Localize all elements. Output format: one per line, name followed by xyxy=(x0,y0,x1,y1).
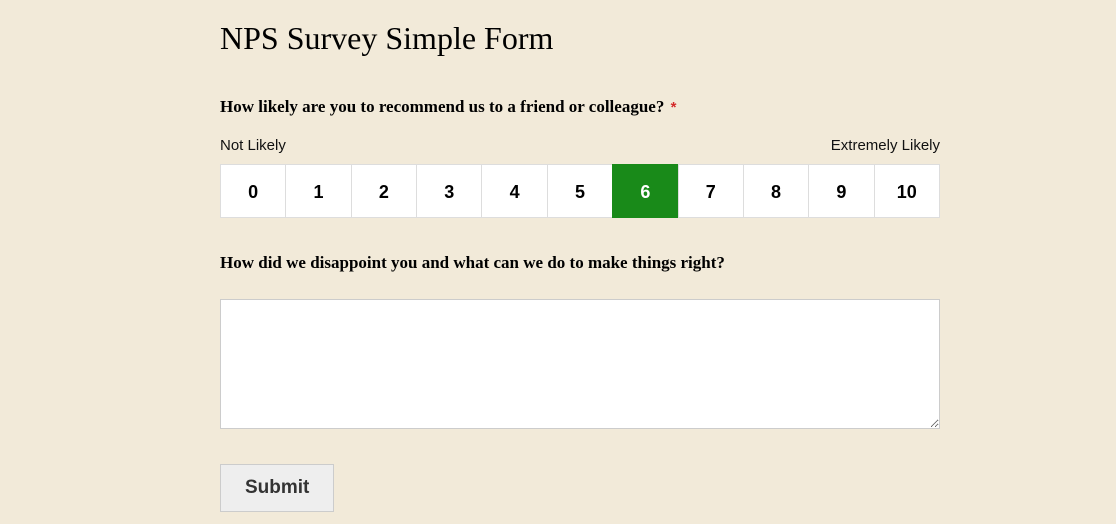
scale-option-3[interactable]: 3 xyxy=(416,164,481,218)
scale-option-6[interactable]: 6 xyxy=(612,164,677,218)
scale-option-10[interactable]: 10 xyxy=(874,164,940,218)
scale-option-7[interactable]: 7 xyxy=(678,164,743,218)
scale-option-2[interactable]: 2 xyxy=(351,164,416,218)
form-container: NPS Survey Simple Form How likely are yo… xyxy=(220,20,940,512)
scale-left-label: Not Likely xyxy=(220,137,286,154)
scale-option-9[interactable]: 9 xyxy=(808,164,873,218)
nps-scale: 012345678910 xyxy=(220,164,940,218)
scale-labels: Not Likely Extremely Likely xyxy=(220,137,940,154)
question-recommend-label: How likely are you to recommend us to a … xyxy=(220,97,940,117)
submit-button[interactable]: Submit xyxy=(220,464,334,512)
feedback-textarea[interactable] xyxy=(220,299,940,429)
page: NPS Survey Simple Form How likely are yo… xyxy=(0,0,1116,524)
scale-right-label: Extremely Likely xyxy=(831,137,940,154)
scale-option-1[interactable]: 1 xyxy=(285,164,350,218)
required-marker: * xyxy=(671,99,677,116)
scale-option-0[interactable]: 0 xyxy=(220,164,285,218)
scale-option-5[interactable]: 5 xyxy=(547,164,612,218)
page-title: NPS Survey Simple Form xyxy=(220,20,940,57)
scale-option-4[interactable]: 4 xyxy=(481,164,546,218)
question-feedback-label: How did we disappoint you and what can w… xyxy=(220,253,940,273)
scale-option-8[interactable]: 8 xyxy=(743,164,808,218)
question-recommend-text: How likely are you to recommend us to a … xyxy=(220,97,664,116)
